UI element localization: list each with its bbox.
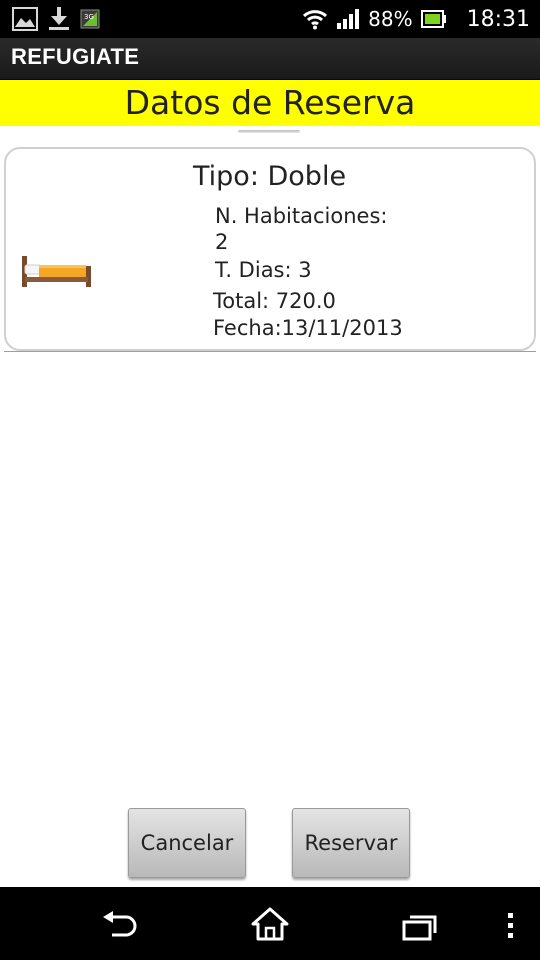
reservation-date: Fecha:13/11/2013 — [213, 316, 403, 340]
clock: 18:31 — [466, 6, 530, 32]
rooms-value: 2 — [215, 230, 229, 254]
bed-icon — [20, 253, 94, 293]
recent-apps-icon[interactable] — [402, 913, 438, 941]
days-count: T. Dias: 3 — [215, 258, 312, 282]
battery-icon — [420, 10, 447, 28]
total-price: Total: 720.0 — [213, 289, 336, 313]
action-bar: REFUGIATE — [0, 38, 540, 80]
svg-text:3G: 3G — [84, 13, 94, 21]
wifi-icon — [302, 8, 328, 30]
navigation-bar — [0, 887, 540, 960]
battery-percentage: 88% — [368, 7, 413, 31]
reserve-button[interactable]: Reservar — [292, 808, 410, 878]
screen-title: Datos de Reserva — [124, 83, 416, 122]
home-icon[interactable] — [251, 907, 289, 941]
rooms-label: N. Habitaciones: — [215, 204, 388, 228]
signal-icon — [336, 8, 360, 30]
reservation-card[interactable]: Tipo: Doble N. Habitaciones: 2 T. Dias: … — [4, 147, 536, 351]
menu-icon[interactable] — [505, 911, 515, 941]
list-divider — [4, 351, 536, 352]
room-type: Tipo: Doble — [193, 161, 347, 192]
screen-header: Datos de Reserva — [0, 80, 540, 126]
3g-icon: 3G — [80, 9, 100, 29]
cancel-button[interactable]: Cancelar — [128, 808, 246, 878]
download-icon — [48, 6, 70, 32]
image-icon — [12, 7, 38, 31]
scroll-indicator — [238, 130, 300, 133]
back-icon[interactable] — [100, 911, 140, 939]
status-bar: 3G 88% 18:31 — [0, 0, 540, 38]
app-title: REFUGIATE — [11, 44, 140, 69]
